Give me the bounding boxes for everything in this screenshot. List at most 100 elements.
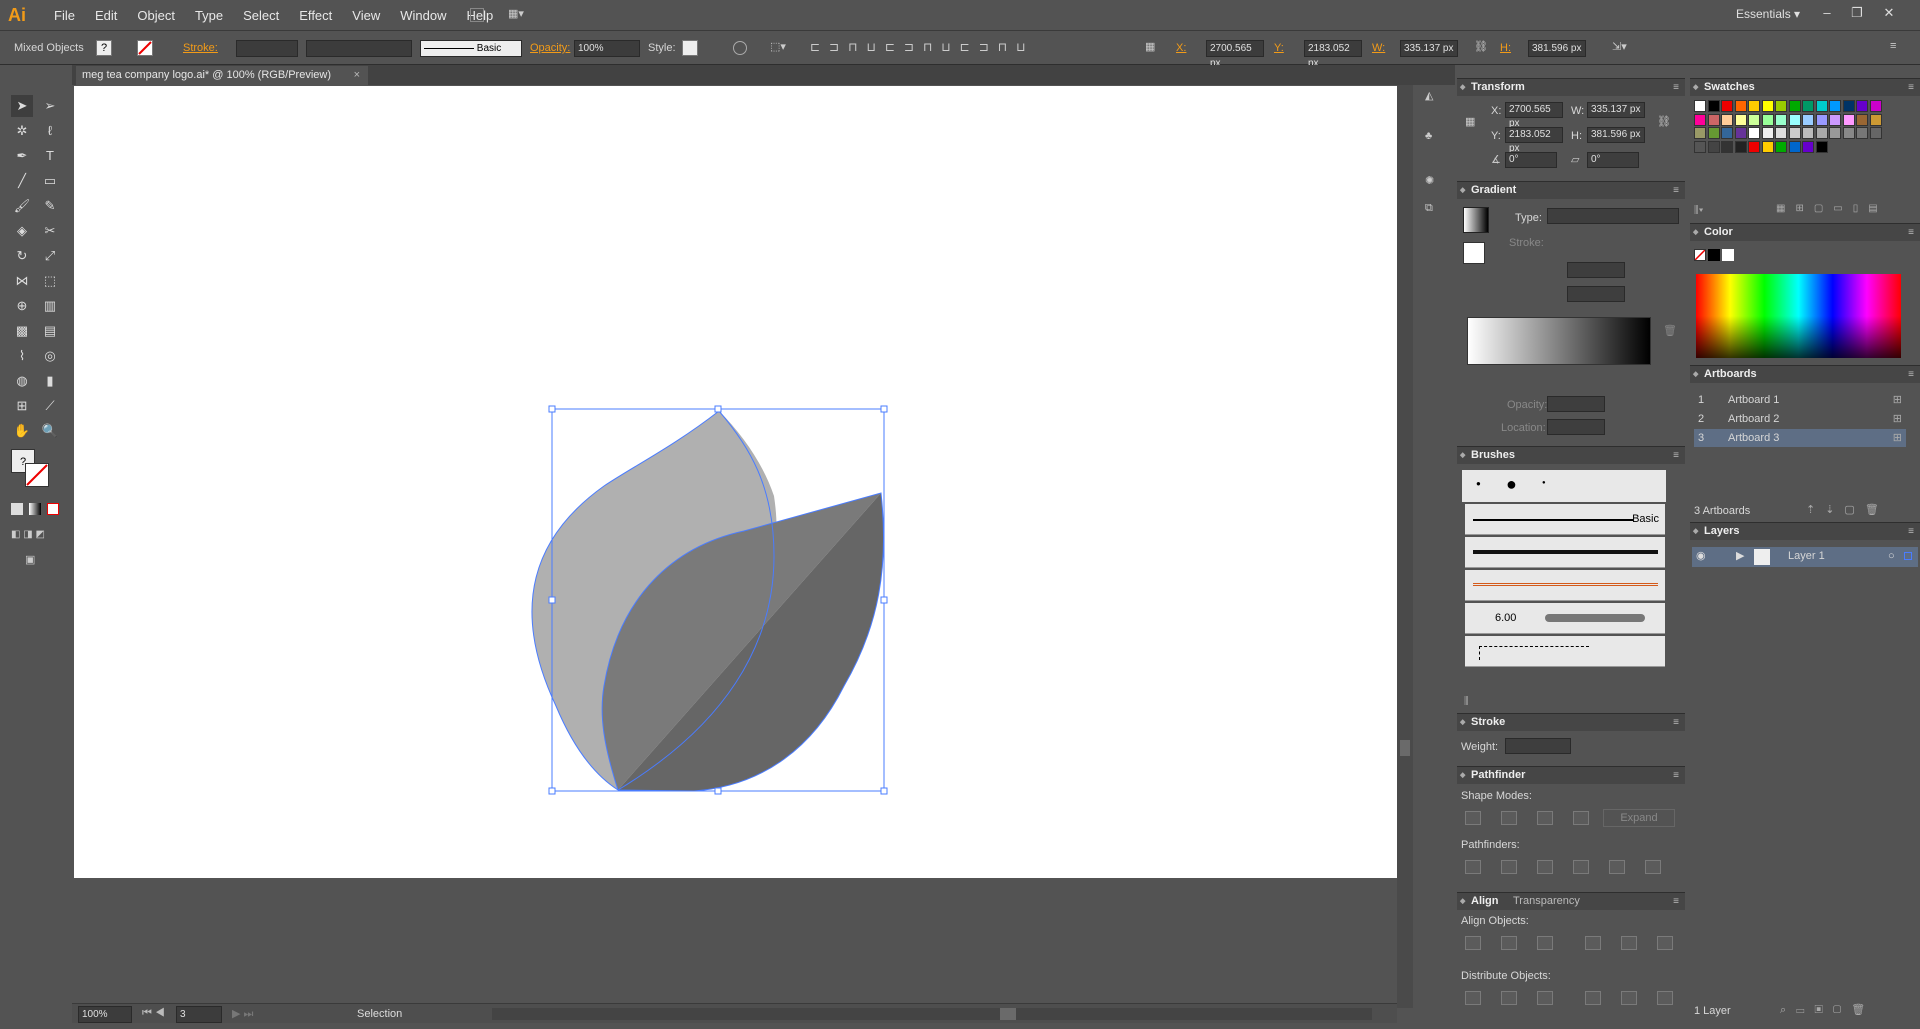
color-swatch[interactable]: [1775, 127, 1787, 139]
slice-tool-icon[interactable]: ⟋: [39, 395, 61, 417]
stroke-weight-select[interactable]: [1505, 738, 1571, 754]
layer-actions-icons[interactable]: ⌕▭▣▢🗑: [1780, 1003, 1875, 1017]
artboard-options-icon[interactable]: ⊞: [1893, 410, 1902, 428]
color-swatch[interactable]: [1829, 113, 1841, 126]
reference-point-icon[interactable]: ▦: [1465, 115, 1475, 128]
align-menu-icon[interactable]: ≡: [1673, 893, 1679, 910]
select-similar-icon[interactable]: ⬚▾: [770, 40, 794, 56]
blob-brush-tool-icon[interactable]: ◈: [11, 220, 33, 242]
color-menu-icon[interactable]: ≡: [1908, 224, 1914, 241]
color-swatch[interactable]: [1788, 140, 1801, 153]
color-swatch[interactable]: [1721, 113, 1733, 126]
brush-dashed[interactable]: [1465, 636, 1665, 667]
document-tab[interactable]: meg tea company logo.ai* @ 100% (RGB/Pre…: [76, 66, 368, 85]
pen-tool-icon[interactable]: ✒: [11, 145, 33, 167]
magic-wand-tool-icon[interactable]: ✲: [11, 120, 33, 142]
symbol-sprayer-tool-icon[interactable]: ◍: [11, 370, 33, 392]
type-tool-icon[interactable]: T: [39, 145, 61, 167]
artboard-row[interactable]: 1 Artboard 1 ⊞: [1694, 391, 1906, 409]
stroke-color-box[interactable]: [25, 463, 49, 487]
color-swatch[interactable]: [1802, 127, 1814, 139]
align-vcenter-icon[interactable]: [1621, 936, 1637, 950]
opacity-label[interactable]: Opacity:: [530, 40, 570, 57]
control-panel-menu-icon[interactable]: ≡: [1890, 40, 1906, 56]
brush-libraries-icon[interactable]: ⫼: [1464, 696, 1469, 707]
color-swatch[interactable]: [1856, 113, 1868, 126]
selection-tool-icon[interactable]: ➤: [11, 95, 33, 117]
rectangle-tool-icon[interactable]: ▭: [39, 170, 61, 192]
artboards-menu-icon[interactable]: ≡: [1908, 366, 1914, 383]
color-swatch[interactable]: [1707, 100, 1720, 112]
outline-icon[interactable]: [1609, 860, 1625, 874]
scissors-tool-icon[interactable]: ✂: [39, 220, 61, 242]
hand-tool-icon[interactable]: ✋: [11, 420, 33, 442]
distribute-top-icon[interactable]: [1465, 991, 1481, 1005]
color-swatch[interactable]: [1842, 113, 1855, 126]
pencil-tool-icon[interactable]: ✎: [39, 195, 61, 217]
gradient-fill-stroke-icon[interactable]: [1463, 242, 1485, 264]
artboard-options-icon[interactable]: ⊞: [1893, 429, 1902, 447]
brush-charcoal[interactable]: [1465, 537, 1665, 568]
color-swatch[interactable]: [1707, 127, 1720, 139]
gradient-tool-icon[interactable]: ▤: [39, 320, 61, 342]
w-field[interactable]: 335.137 px: [1400, 40, 1458, 57]
gradient-type-select[interactable]: [1547, 208, 1679, 224]
gradient-menu-icon[interactable]: ≡: [1673, 182, 1679, 199]
recolor-artwork-icon[interactable]: [733, 41, 747, 55]
color-swatch[interactable]: [1856, 127, 1868, 139]
h-field[interactable]: 381.596 px: [1528, 40, 1586, 57]
color-swatch[interactable]: [1815, 127, 1828, 139]
horizontal-scrollbar[interactable]: [492, 1008, 1372, 1020]
color-swatch[interactable]: [1802, 140, 1814, 153]
color-swatch[interactable]: [1721, 100, 1733, 112]
artboard-nav-next-icon[interactable]: ▶ ⏭: [232, 1007, 253, 1021]
zoom-field[interactable]: 100%: [78, 1006, 132, 1023]
distribute-left-icon[interactable]: [1585, 991, 1601, 1005]
distribute-hcenter-icon[interactable]: [1621, 991, 1637, 1005]
artboard-row-selected[interactable]: 3 Artboard 3 ⊞: [1694, 429, 1906, 447]
opacity-field[interactable]: 100%: [574, 40, 640, 57]
unite-icon[interactable]: [1465, 811, 1481, 825]
artboard[interactable]: [74, 86, 1397, 878]
transparency-tab[interactable]: Transparency: [1513, 893, 1580, 910]
color-swatch[interactable]: [1815, 100, 1828, 112]
shape-builder-tool-icon[interactable]: ⊕: [11, 295, 33, 317]
transform-options-icon[interactable]: ⇲▾: [1612, 40, 1636, 56]
color-swatch[interactable]: [1829, 127, 1841, 139]
menu-select[interactable]: Select: [233, 8, 289, 23]
layers-menu-icon[interactable]: ≡: [1908, 523, 1914, 540]
gradient-preview[interactable]: [1463, 207, 1489, 233]
perspective-grid-tool-icon[interactable]: ▥: [39, 295, 61, 317]
brush-tip-large[interactable]: ●: [1506, 474, 1517, 495]
navigator-icon[interactable]: ◭: [1425, 89, 1433, 102]
artboard-actions-icons[interactable]: ⇡⇣▢🗑: [1806, 503, 1889, 516]
gradient-aspect-field[interactable]: [1567, 286, 1625, 302]
mesh-tool-icon[interactable]: ▩: [11, 320, 33, 342]
color-swatch[interactable]: [1734, 140, 1747, 153]
expand-button[interactable]: Expand: [1603, 809, 1675, 827]
align-top-icon[interactable]: [1585, 936, 1601, 950]
swatch-libraries-icon[interactable]: ⫼▾: [1694, 205, 1703, 216]
distribute-bottom-icon[interactable]: [1537, 991, 1553, 1005]
color-swatch[interactable]: [1707, 140, 1720, 153]
color-none-swatch[interactable]: [1694, 249, 1706, 261]
h-label[interactable]: H:: [1500, 40, 1511, 57]
color-swatch[interactable]: [1775, 100, 1787, 112]
color-swatch[interactable]: [1694, 113, 1706, 126]
arrange-documents-icon[interactable]: ▦▾: [508, 7, 534, 23]
stroke-weight-field[interactable]: [236, 40, 298, 57]
distribute-right-icon[interactable]: [1657, 991, 1673, 1005]
brush-basic[interactable]: Basic: [1465, 504, 1665, 535]
exclude-icon[interactable]: [1573, 811, 1589, 825]
color-swatch[interactable]: [1748, 113, 1760, 126]
color-swatch[interactable]: [1721, 140, 1733, 153]
color-swatch[interactable]: [1788, 100, 1801, 112]
paintbrush-tool-icon[interactable]: 🖌: [11, 195, 33, 217]
selection-indicator[interactable]: [1904, 552, 1912, 560]
color-swatch[interactable]: [1694, 100, 1706, 112]
align-hcenter-icon[interactable]: [1501, 936, 1517, 950]
shear-angle-field[interactable]: 0°: [1587, 152, 1639, 168]
color-swatch[interactable]: [1761, 113, 1774, 126]
horizontal-scroll-thumb[interactable]: [1000, 1008, 1016, 1020]
gradient-slider[interactable]: [1467, 317, 1651, 365]
